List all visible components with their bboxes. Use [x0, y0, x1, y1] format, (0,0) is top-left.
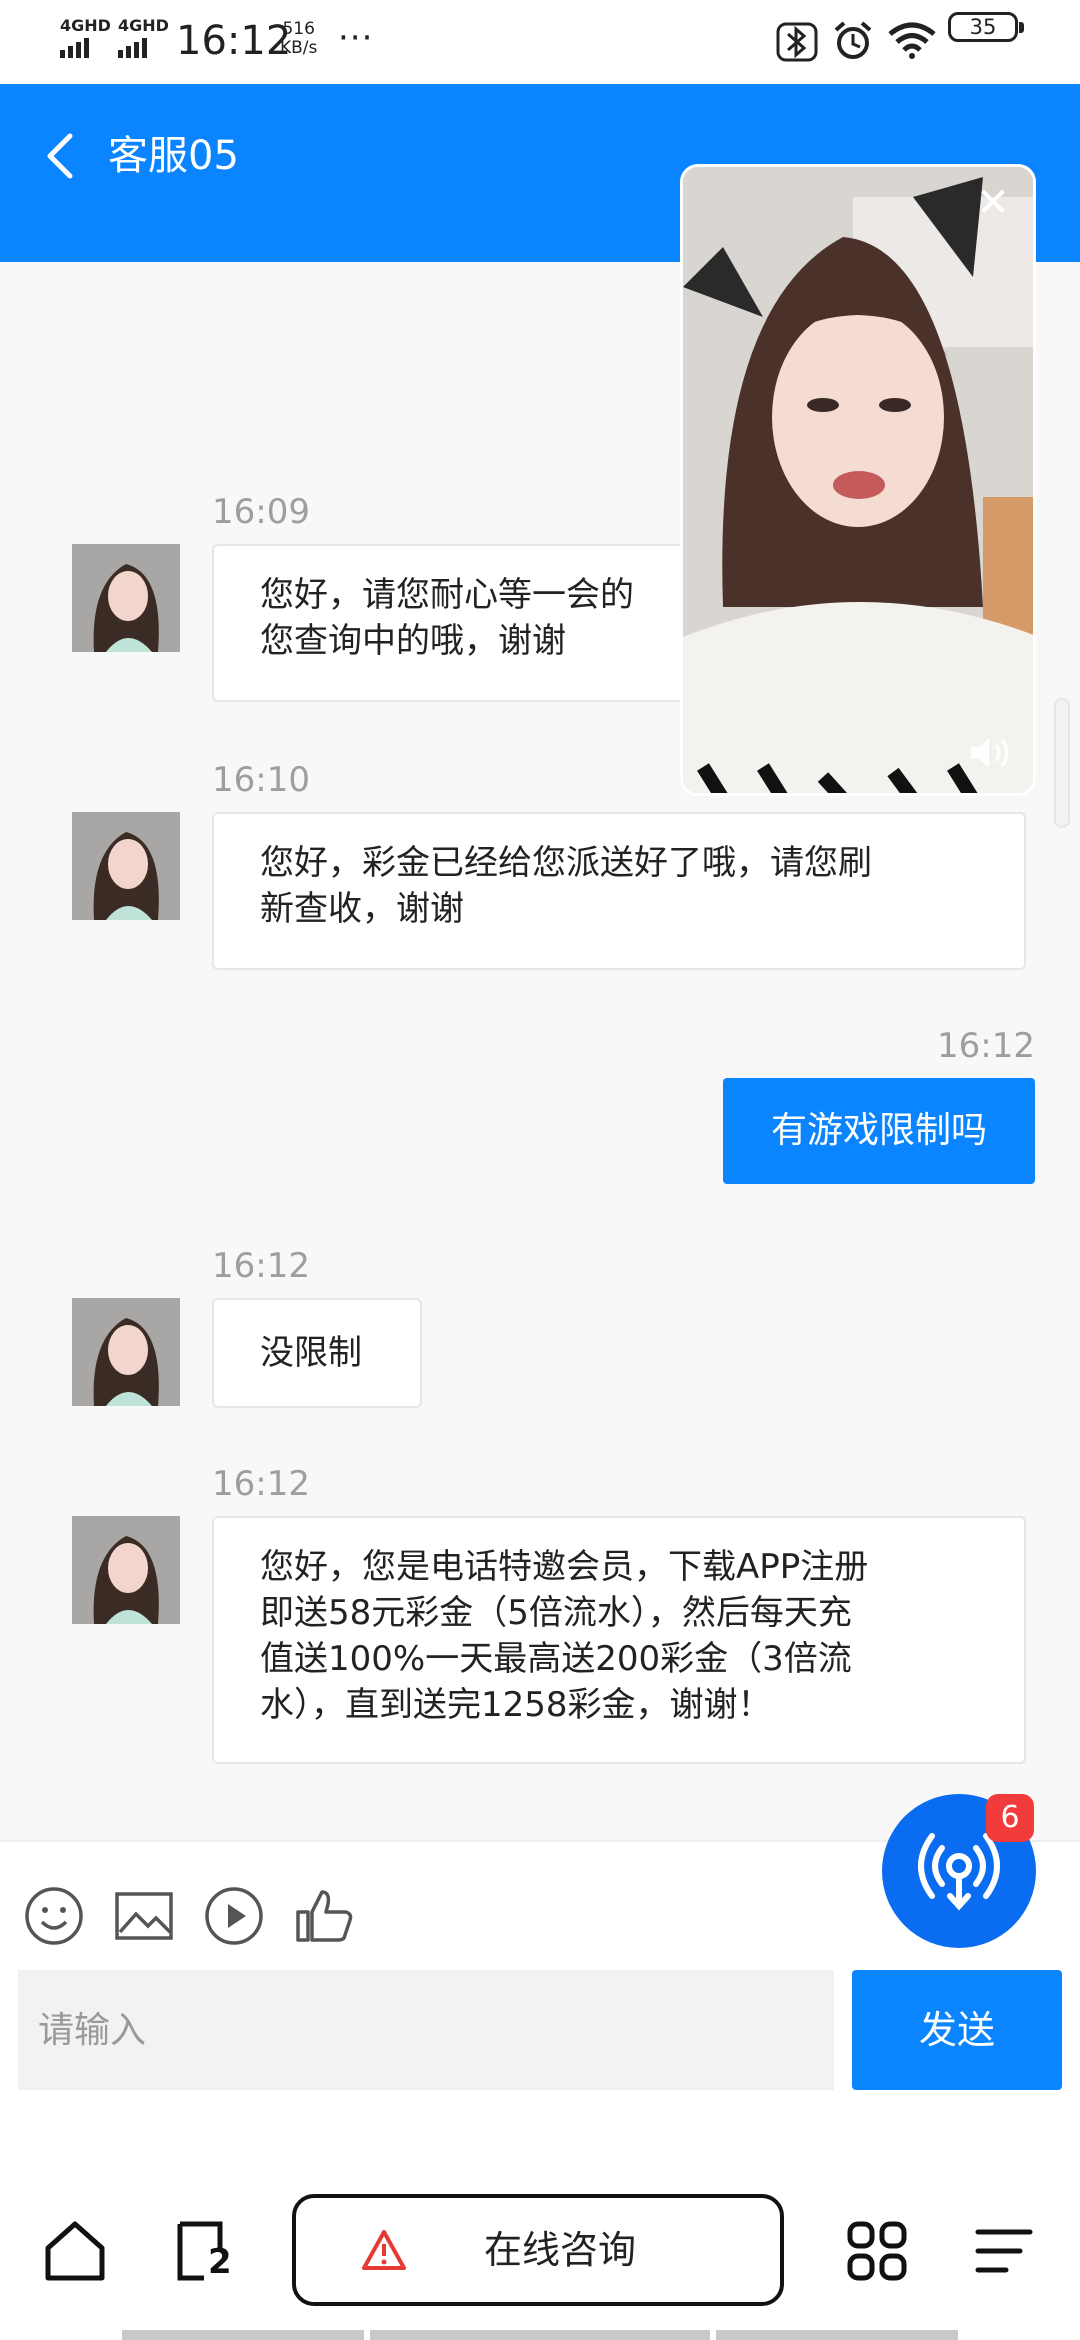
alarm-icon	[834, 21, 872, 59]
close-icon[interactable]: ✕	[971, 181, 1015, 225]
status-bar: 4GHD 4GHD 16:12 516 KB/s ··· 35	[0, 0, 1080, 84]
network-speed-value: 516	[282, 19, 315, 39]
message-time: 16:12	[212, 1464, 310, 1504]
agent-avatar-image	[72, 1298, 180, 1406]
image-icon[interactable]	[112, 1884, 176, 1948]
tabs-button[interactable]: 2	[166, 2216, 236, 2286]
online-consult-button[interactable]: 在线咨询	[292, 2194, 784, 2306]
online-consult-label: 在线咨询	[484, 2228, 637, 2272]
message-input[interactable]	[18, 1970, 834, 2090]
message-time: 16:12	[212, 1246, 310, 1286]
signal-sim2: 4GHD	[118, 16, 169, 58]
scrollbar-thumb[interactable]	[1054, 698, 1070, 828]
avatar[interactable]	[72, 1516, 180, 1624]
message-time: 16:12	[937, 1026, 1035, 1066]
signal-sim1: 4GHD	[60, 16, 111, 58]
page-title: 客服05	[108, 133, 239, 179]
more-notifications-icon: ···	[338, 18, 374, 58]
gesture-bar-segment	[716, 2330, 958, 2340]
gesture-bar-segment	[122, 2330, 364, 2340]
sim1-label: 4GHD	[60, 16, 111, 35]
sim2-label: 4GHD	[118, 16, 169, 35]
thumbs-up-icon[interactable]	[292, 1884, 356, 1948]
back-arrow-icon[interactable]	[40, 122, 80, 190]
warning-icon	[362, 2230, 406, 2270]
menu-icon[interactable]	[970, 2216, 1040, 2286]
floating-video-window[interactable]: ✕	[680, 164, 1036, 796]
network-speed: 516 KB/s	[280, 20, 317, 58]
wifi-icon	[888, 22, 936, 59]
notification-badge: 6	[986, 1794, 1034, 1842]
emoji-icon[interactable]	[22, 1884, 86, 1948]
message-bubble: 您好，彩金已经给您派送好了哦，请您刷 新查收，谢谢	[212, 812, 1026, 970]
agent-avatar-image	[72, 1516, 180, 1624]
agent-avatar-image	[72, 544, 180, 652]
avatar[interactable]	[72, 1298, 180, 1406]
tabs-count: 2	[208, 2242, 232, 2282]
signal-bars-icon	[60, 38, 89, 58]
message-time: 16:10	[212, 760, 310, 800]
send-button[interactable]: 发送	[852, 1970, 1062, 2090]
apps-grid-icon[interactable]	[842, 2216, 912, 2286]
gesture-bar-segment	[370, 2330, 710, 2340]
battery-icon: 35	[948, 12, 1024, 42]
message-bubble: 没限制	[212, 1298, 422, 1408]
message-time: 16:09	[212, 492, 310, 532]
avatar[interactable]	[72, 544, 180, 652]
home-icon[interactable]	[40, 2216, 110, 2286]
message-bubble: 您好，您是电话特邀会员，下载APP注册 即送58元彩金（5倍流水），然后每天充 …	[212, 1516, 1026, 1764]
avatar[interactable]	[72, 812, 180, 920]
video-play-icon[interactable]	[202, 1884, 266, 1948]
speaker-icon[interactable]	[967, 733, 1015, 773]
agent-avatar-image	[72, 812, 180, 920]
browser-nav-bar: 2 在线咨询	[0, 2180, 1080, 2340]
my-message-bubble: 有游戏限制吗	[722, 1078, 1035, 1184]
network-speed-unit: KB/s	[280, 38, 318, 58]
clock: 16:12	[176, 18, 292, 64]
video-frame-image	[683, 167, 1033, 793]
signal-bars-icon	[118, 38, 147, 58]
bluetooth-icon	[776, 22, 818, 62]
